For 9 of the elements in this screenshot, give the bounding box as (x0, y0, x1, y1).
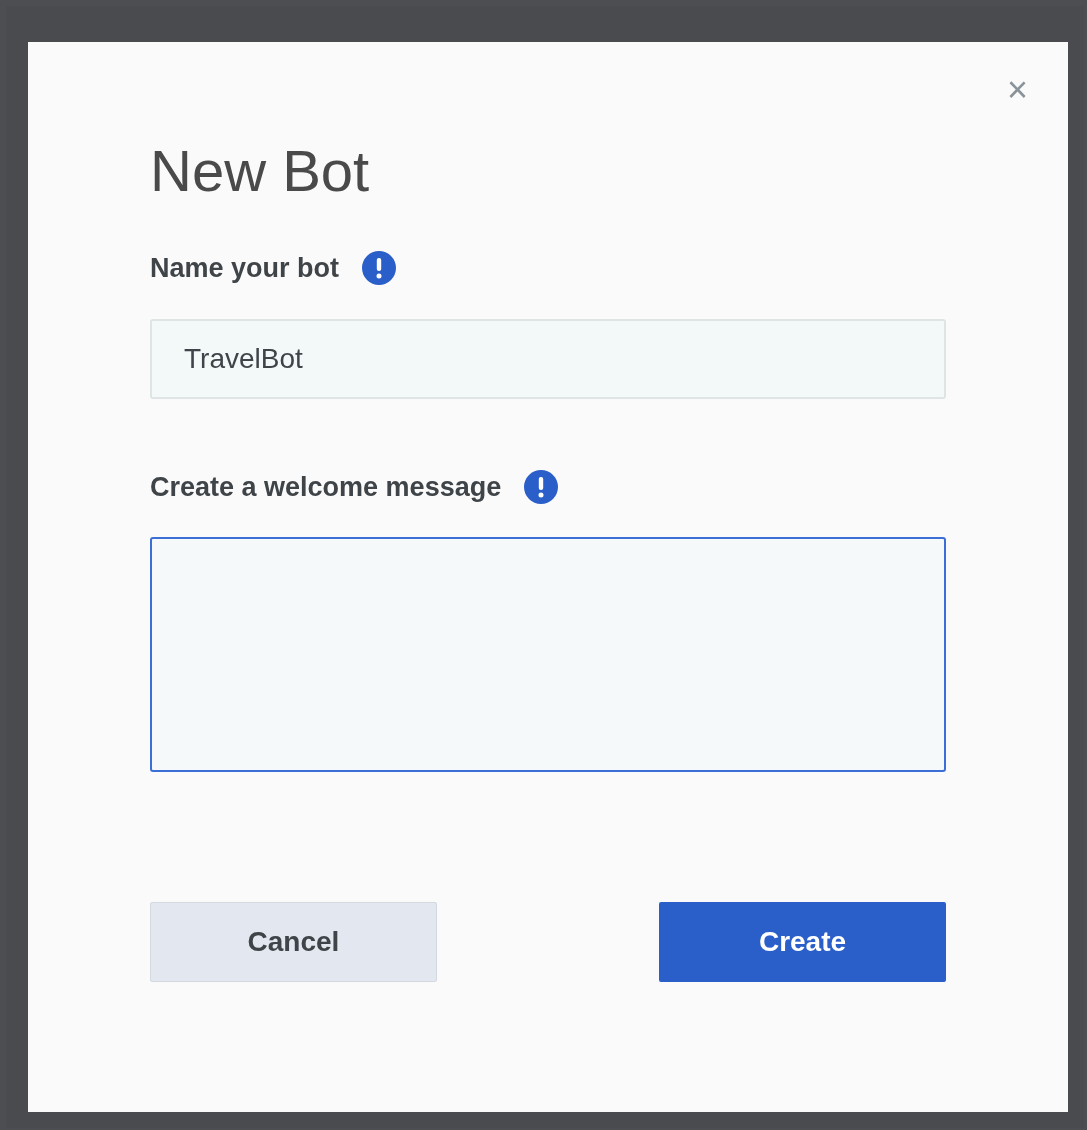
dialog-title: New Bot (150, 142, 370, 200)
message-field[interactable] (150, 537, 946, 772)
field-label: Create a welcome message (150, 470, 502, 504)
name-field[interactable]: TravelBot (150, 318, 946, 399)
info-icon[interactable] (523, 468, 560, 505)
field-label: Name your bot (150, 252, 340, 285)
info-icon[interactable] (361, 250, 398, 287)
create-button[interactable]: Create (659, 902, 946, 982)
cancel-button[interactable]: Cancel (150, 902, 437, 982)
